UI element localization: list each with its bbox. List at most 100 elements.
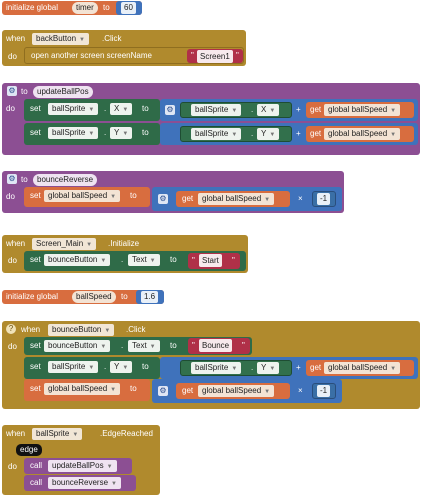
variable-dropdown[interactable]: global ballSpeed ▼ [324,362,401,374]
math-multiply-block[interactable]: ⚙ get global ballSpeed ▼ × -1 [152,187,342,211]
get-variable-block[interactable]: get global ballSpeed ▼ [306,102,414,118]
component-dropdown[interactable]: Screen_Main ▼ [32,238,97,250]
math-add-block[interactable]: ballSprite ▼ . Y ▼ + get global ballSpeed ▼ [160,123,418,145]
number-block[interactable]: -1 [312,383,336,399]
dot-separator: . [251,105,254,114]
procedure-dropdown[interactable]: bounceReverse ▼ [48,477,121,489]
number-block[interactable]: -1 [312,191,336,207]
gear-icon[interactable]: ⚙ [158,386,168,396]
variable-dropdown[interactable]: global ballSpeed ▼ [44,190,121,202]
init-global-timer-block[interactable]: initialize global timer to 60 [2,1,142,15]
call-label: call [30,478,43,487]
event-backbutton-click-block[interactable]: when backButton ▼ .Click do open another … [2,30,246,66]
variable-dropdown[interactable]: global ballSpeed ▼ [198,193,275,205]
property-dropdown[interactable]: Text ▼ [128,254,160,266]
text-field[interactable]: Bounce [199,339,233,352]
property-dropdown[interactable]: Y ▼ [257,362,280,374]
set-ballsprite-x-block[interactable]: set ballSprite ▼ . X ▼ to [24,99,160,121]
set-bouncebutton-text-block[interactable]: set bounceButton ▼ . Text ▼ to " Start " [24,251,246,271]
component-dropdown[interactable]: bounceButton ▼ [44,340,111,352]
dot-separator: . [104,362,107,371]
get-ballsprite-y-block[interactable]: ballSprite ▼ . Y ▼ [180,126,292,142]
number-field[interactable]: -1 [317,193,331,205]
dropdown-arrow-icon: ▼ [100,258,107,264]
component-dropdown[interactable]: bounceButton ▼ [44,254,111,266]
math-add-block[interactable]: ballSprite ▼ . Y ▼ + get global ballSpeed ▼ [160,357,418,379]
property-dropdown[interactable]: Y ▼ [257,128,280,140]
call-bouncereverse-block[interactable]: call bounceReverse ▼ [24,475,136,491]
set-variable-block[interactable]: set global ballSpeed ▼ to [24,379,150,401]
set-bouncebutton-text-block[interactable]: set bounceButton ▼ . Text ▼ to " Bounce " [24,337,252,355]
text-block[interactable]: " Bounce " [188,338,250,354]
get-variable-block[interactable]: get global ballSpeed ▼ [306,126,414,142]
dropdown-arrow-icon: ▼ [390,108,397,114]
math-multiply-block[interactable]: ⚙ get global ballSpeed ▼ × -1 [152,379,342,403]
component-dropdown[interactable]: backButton ▼ [32,33,89,45]
get-ballsprite-x-block[interactable]: ballSprite ▼ . X ▼ [180,102,292,118]
procedure-updateballpos-block[interactable]: ⚙ to updateBallPos do set ballSprite ▼ . … [2,83,420,155]
property-dropdown[interactable]: Text ▼ [128,340,160,352]
number-block[interactable]: 1.6 [136,290,164,304]
variable-name-field[interactable]: timer [72,2,98,14]
variable-dropdown[interactable]: global ballSpeed ▼ [324,128,401,140]
component-dropdown[interactable]: ballSprite ▼ [48,103,99,115]
procedure-dropdown[interactable]: updateBallPos ▼ [48,460,117,472]
event-screen-initialize-block[interactable]: when Screen_Main ▼ .Initialize do set bou… [2,235,248,273]
call-updateballpos-block[interactable]: call updateBallPos ▼ [24,458,132,474]
component-dropdown[interactable]: ballSprite ▼ [191,128,242,140]
text-field[interactable]: Screen1 [197,50,233,63]
gear-icon[interactable]: ⚙ [7,174,17,184]
number-block[interactable]: 60 [116,1,142,15]
do-label: do [6,104,15,113]
variable-dropdown[interactable]: global ballSpeed ▼ [44,383,121,395]
set-label: set [30,384,41,393]
property-dropdown[interactable]: X ▼ [257,104,280,116]
dropdown-arrow-icon: ▼ [149,344,156,350]
component-dropdown[interactable]: ballSprite ▼ [191,104,242,116]
dropdown-arrow-icon: ▼ [122,131,129,137]
set-ballsprite-y-block[interactable]: set ballSprite ▼ . Y ▼ to [24,123,160,145]
component-dropdown[interactable]: ballSprite ▼ [48,361,99,373]
math-add-block[interactable]: ⚙ ballSprite ▼ . X ▼ + get global ballSpee… [160,99,418,121]
get-variable-block[interactable]: get global ballSpeed ▼ [176,191,290,207]
to-label: to [130,384,137,393]
do-label: do [8,342,17,351]
init-global-ballspeed-block[interactable]: initialize global ballSpeed to 1.6 [2,290,164,304]
component-dropdown[interactable]: ballSprite ▼ [48,127,99,139]
procedure-name-field[interactable]: bounceReverse [33,174,98,186]
get-variable-block[interactable]: get global ballSpeed ▼ [306,360,414,376]
number-field[interactable]: 60 [121,2,136,14]
variable-name-field[interactable]: ballSpeed [72,291,116,303]
procedure-name-field[interactable]: updateBallPos [33,86,93,98]
gear-icon[interactable]: ⚙ [165,105,175,115]
component-dropdown[interactable]: bounceButton ▼ [48,324,115,336]
text-block[interactable]: " Screen1 " [187,49,243,63]
variable-dropdown[interactable]: global ballSpeed ▼ [324,104,401,116]
component-dropdown[interactable]: ballSprite ▼ [191,362,242,374]
gear-icon[interactable]: ⚙ [158,194,168,204]
procedure-bouncereverse-block[interactable]: ⚙ to bounceReverse do set global ballSpe… [2,171,344,213]
component-dropdown[interactable]: ballSprite ▼ [32,428,83,440]
text-block[interactable]: " Start " [188,253,240,269]
get-ballsprite-y-block[interactable]: ballSprite ▼ . Y ▼ [180,360,292,376]
gear-icon[interactable]: ⚙ [7,86,17,96]
event-bouncebutton-click-block[interactable]: ? when bounceButton ▼ .Click do set bounc… [2,321,420,409]
set-ballsprite-y-block[interactable]: set ballSprite ▼ . Y ▼ to [24,357,160,379]
text-field[interactable]: Start [199,254,222,267]
event-ballsprite-edgereached-block[interactable]: when ballSprite ▼ .EdgeReached edge do ca… [2,425,160,495]
to-label: to [142,362,149,371]
number-field[interactable]: 1.6 [141,291,159,303]
set-variable-block[interactable]: set global ballSpeed ▼ to [24,187,150,207]
edge-parameter[interactable]: edge [16,444,42,456]
get-variable-block[interactable]: get global ballSpeed ▼ [176,383,290,399]
dot-separator: . [121,255,124,264]
property-dropdown[interactable]: Y ▼ [110,127,133,139]
property-dropdown[interactable]: X ▼ [110,103,133,115]
get-label: get [182,386,194,395]
number-field[interactable]: -1 [317,385,331,397]
variable-dropdown[interactable]: global ballSpeed ▼ [198,385,275,397]
to-label: to [142,104,149,113]
help-icon[interactable]: ? [6,324,16,334]
open-screen-block[interactable]: open another screen screenName " Screen1… [24,47,244,64]
property-dropdown[interactable]: Y ▼ [110,361,133,373]
